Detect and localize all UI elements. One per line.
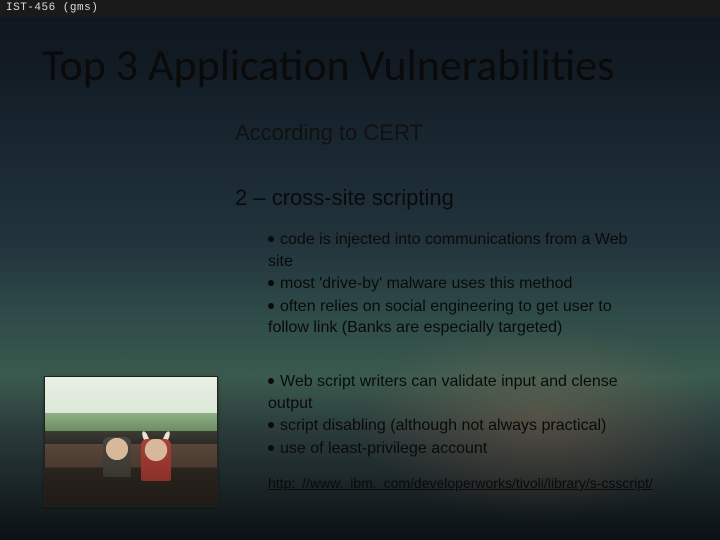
bullet-group-2: Web script writers can validate input an… — [268, 370, 654, 460]
slide-title: Top 3 Application Vulnerabilities — [42, 38, 680, 92]
bullet-icon — [268, 280, 274, 286]
slide: IST-456 (gms) Top 3 Application Vulnerab… — [0, 0, 720, 540]
bullet-icon — [268, 445, 274, 451]
bullet-icon — [268, 422, 274, 428]
bullet: most 'drive-by' malware uses this method — [268, 273, 654, 295]
bullet: Web script writers can validate input an… — [268, 371, 654, 414]
section-heading: 2 – cross-site scripting — [235, 185, 454, 211]
bullet-icon — [268, 378, 274, 384]
bullet: often relies on social engineering to ge… — [268, 296, 654, 339]
bullet-icon — [268, 303, 274, 309]
viking-helmet-icon — [143, 431, 169, 443]
reference-link[interactable]: http: //www. ibm. com/developerworks/tiv… — [268, 475, 653, 491]
course-tag: IST-456 (gms) — [0, 0, 720, 17]
bullet-group-1: code is injected into communications fro… — [268, 228, 654, 340]
reference-link-anchor[interactable]: http: //www. ibm. com/developerworks/tiv… — [268, 475, 653, 491]
bullet-icon — [268, 236, 274, 242]
bullet: script disabling (although not always pr… — [268, 415, 654, 437]
bullet: use of least-privilege account — [268, 438, 654, 460]
slide-subtitle: According to CERT — [235, 120, 423, 146]
decorative-photo — [44, 376, 218, 507]
bullet: code is injected into communications fro… — [268, 229, 654, 272]
